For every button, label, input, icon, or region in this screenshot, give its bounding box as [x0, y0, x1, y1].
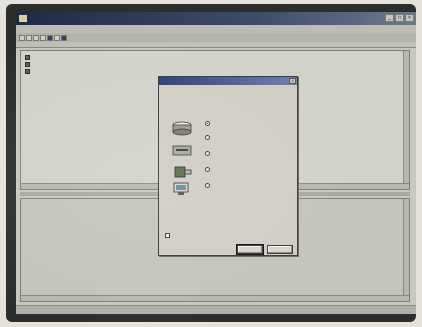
option-row[interactable]: [205, 151, 213, 156]
tree-item[interactable]: [25, 55, 32, 60]
toolbar-button[interactable]: [26, 34, 32, 41]
folder-icon: [25, 69, 30, 74]
dialog: ×: [158, 76, 298, 256]
vertical-scrollbar[interactable]: [403, 51, 409, 189]
toolbar-button[interactable]: [47, 34, 53, 41]
option-row[interactable]: [205, 121, 213, 126]
menu-bar: [16, 25, 416, 33]
toolbar-button[interactable]: [40, 34, 46, 41]
vertical-scrollbar[interactable]: [403, 199, 409, 301]
dialog-title[interactable]: [159, 77, 297, 85]
minimize-button[interactable]: _: [385, 14, 394, 22]
toolbar-button[interactable]: [19, 34, 25, 41]
status-bar: [16, 305, 416, 314]
tree-item[interactable]: [25, 69, 32, 74]
folder-icon: [25, 55, 30, 60]
drive-icon: [172, 145, 192, 156]
radio-button[interactable]: [205, 167, 210, 172]
address-bar[interactable]: [16, 42, 416, 48]
checkbox-row[interactable]: [165, 233, 173, 238]
checkbox[interactable]: [165, 233, 170, 238]
maximize-button[interactable]: □: [395, 14, 404, 22]
toolbar: [16, 33, 416, 42]
radio-button[interactable]: [205, 183, 210, 188]
radio-button[interactable]: [205, 121, 210, 126]
toolbar-button[interactable]: [61, 34, 67, 41]
window-titlebar[interactable]: _ □ ×: [16, 12, 416, 25]
option-row[interactable]: [205, 167, 213, 172]
toolbar-button[interactable]: [33, 34, 39, 41]
radio-button[interactable]: [205, 151, 210, 156]
window-controls: _ □ ×: [385, 14, 414, 22]
dialog-close-button[interactable]: ×: [289, 78, 296, 84]
folder-icon: [25, 62, 30, 67]
app-icon: [19, 15, 27, 22]
network-icon: [173, 182, 189, 195]
application-window: _ □ × ×: [16, 12, 416, 314]
option-row[interactable]: [205, 135, 213, 140]
close-button[interactable]: ×: [405, 14, 414, 22]
horizontal-scrollbar[interactable]: [21, 295, 409, 301]
drive-icon: [172, 121, 192, 136]
tree-item[interactable]: [25, 62, 32, 67]
radio-button[interactable]: [205, 135, 210, 140]
cancel-button[interactable]: [267, 245, 293, 254]
monitor-bezel: _ □ × ×: [6, 4, 416, 322]
toolbar-button[interactable]: [54, 34, 60, 41]
option-row[interactable]: [205, 183, 213, 188]
ok-button[interactable]: [236, 244, 264, 255]
